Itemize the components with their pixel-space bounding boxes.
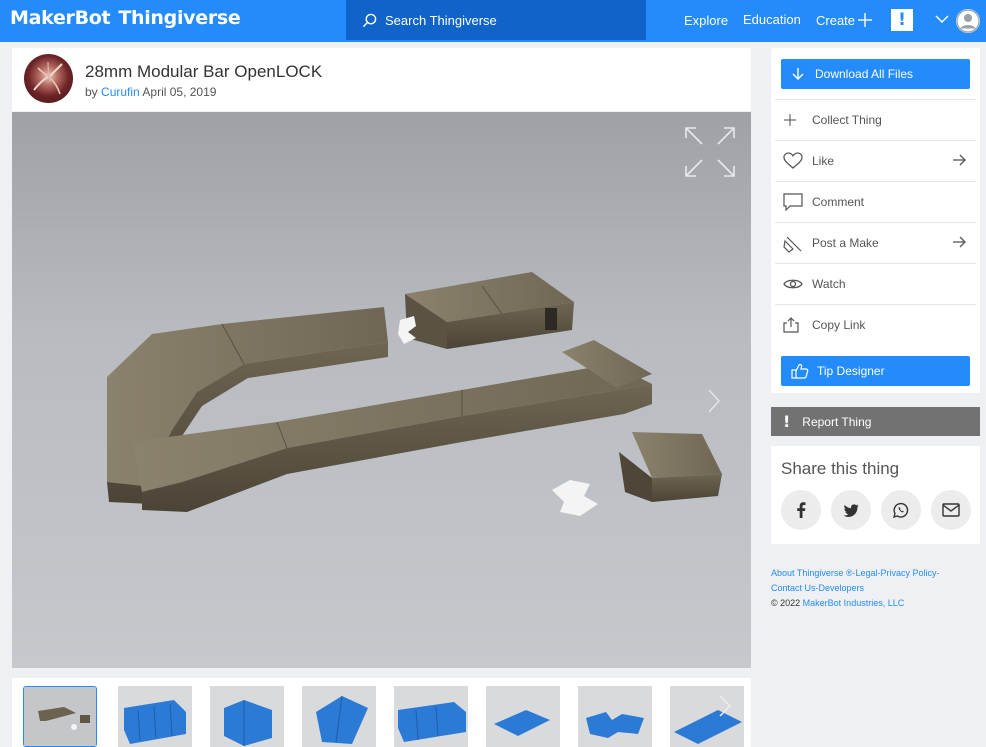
thumbs-up-icon [791, 363, 809, 379]
thumbnail-image [118, 686, 192, 747]
share-email-button[interactable] [931, 490, 971, 530]
collect-thing-button[interactable]: Collect Thing [775, 99, 976, 140]
thumbnail-image [578, 686, 652, 747]
search-placeholder: Search Thingiverse [385, 12, 497, 28]
like-button[interactable]: Like [775, 140, 976, 181]
user-icon [956, 9, 980, 33]
arrow-right-icon [953, 236, 966, 248]
make-icon [783, 236, 802, 253]
exclamation-icon: ! [783, 412, 791, 431]
comment-label: Comment [812, 195, 865, 209]
thumbnail-4[interactable] [302, 686, 376, 747]
author-avatar[interactable] [24, 54, 73, 103]
download-label: Download All Files [815, 67, 914, 81]
thumbnail-image [24, 687, 96, 746]
email-icon [942, 503, 960, 517]
share-whatsapp-button[interactable] [881, 490, 921, 530]
plus-icon[interactable] [857, 12, 873, 28]
logo-thingiverse-text: Thingiverse [118, 7, 241, 29]
user-avatar[interactable] [956, 9, 980, 33]
like-label: Like [812, 154, 835, 168]
thumbnail-6[interactable] [486, 686, 560, 747]
thing-byline: by Curufin April 05, 2019 [85, 85, 216, 99]
download-all-files-button[interactable]: Download All Files [781, 59, 970, 89]
thumbnail-image [394, 686, 468, 747]
download-icon [792, 68, 804, 80]
share-title: Share this thing [781, 459, 900, 478]
chevron-down-icon[interactable] [935, 14, 949, 24]
top-nav-bar: MakerBot Thingiverse Search Thingiverse E… [0, 0, 986, 42]
thumbnail-1[interactable] [23, 686, 97, 747]
tip-designer-button[interactable]: Tip Designer [781, 356, 970, 386]
report-thing-button[interactable]: ! Report Thing [771, 407, 980, 436]
search-input[interactable]: Search Thingiverse [346, 0, 646, 40]
post-make-label: Post a Make [812, 236, 879, 250]
arrow-right-icon [953, 154, 966, 166]
search-icon [362, 13, 377, 27]
thing-actions-panel: Download All Files Collect Thing Like Co… [771, 48, 980, 393]
legal-link[interactable]: Legal [856, 568, 878, 578]
thumbnail-image [670, 686, 744, 747]
nav-create[interactable]: Create [816, 13, 855, 28]
facebook-icon [797, 502, 806, 518]
developers-link[interactable]: Developers [819, 583, 865, 593]
next-image-arrow-icon[interactable] [707, 388, 721, 414]
main-image-viewer[interactable] [12, 112, 751, 668]
comment-button[interactable]: Comment [775, 181, 976, 222]
collect-label: Collect Thing [812, 113, 882, 127]
post-a-make-button[interactable]: Post a Make [775, 222, 976, 263]
thumbnail-strip [12, 678, 751, 747]
share-facebook-button[interactable] [781, 490, 821, 530]
thing-header: 28mm Modular Bar OpenLOCK by Curufin Apr… [12, 48, 751, 111]
thumbnail-2[interactable] [118, 686, 192, 747]
thumbnail-image [486, 686, 560, 747]
footer-links: About Thingiverse ®·Legal·Privacy Policy… [771, 568, 940, 608]
company-link[interactable]: MakerBot Industries, LLC [803, 598, 905, 608]
nav-education[interactable]: Education [743, 12, 801, 27]
watch-button[interactable]: Watch [775, 263, 976, 304]
thumbnail-image [210, 686, 284, 747]
alert-button[interactable]: ! [891, 9, 913, 31]
author-link[interactable]: Curufin [101, 85, 140, 99]
share-twitter-button[interactable] [831, 490, 871, 530]
heart-icon [783, 152, 803, 169]
thumbnail-7[interactable] [578, 686, 652, 747]
thumbnail-8[interactable] [670, 686, 744, 747]
nav-explore[interactable]: Explore [684, 13, 728, 28]
publish-date: April 05, 2019 [142, 85, 217, 99]
copy-link-button[interactable]: Copy Link [775, 304, 976, 345]
thing-photo [107, 272, 722, 516]
about-link[interactable]: About Thingiverse ® [771, 568, 853, 578]
thumbnail-3[interactable] [210, 686, 284, 747]
fullscreen-icon[interactable] [684, 126, 736, 178]
thumbnail-image [302, 686, 376, 747]
tip-label: Tip Designer [817, 364, 885, 378]
contact-us-link[interactable]: Contact Us [771, 583, 816, 593]
twitter-icon [843, 503, 859, 517]
thumbnail-5[interactable] [394, 686, 468, 747]
logo-makerbot-text: MakerBot [10, 7, 111, 29]
privacy-policy-link[interactable]: Privacy Policy [881, 568, 937, 578]
share-link-icon [783, 317, 799, 333]
watch-label: Watch [812, 277, 846, 291]
copy-link-label: Copy Link [812, 318, 866, 332]
comment-icon [783, 193, 803, 211]
page-title: 28mm Modular Bar OpenLOCK [85, 62, 323, 81]
eye-icon [783, 279, 803, 289]
report-label: Report Thing [802, 414, 872, 429]
author-avatar-image [33, 61, 63, 95]
share-panel: Share this thing [771, 446, 980, 544]
byline-prefix: by [85, 85, 98, 99]
plus-icon [784, 114, 796, 126]
copyright-text: © 2022 [771, 598, 801, 608]
thingiverse-logo[interactable]: MakerBot Thingiverse [10, 7, 241, 33]
whatsapp-icon [892, 502, 909, 519]
